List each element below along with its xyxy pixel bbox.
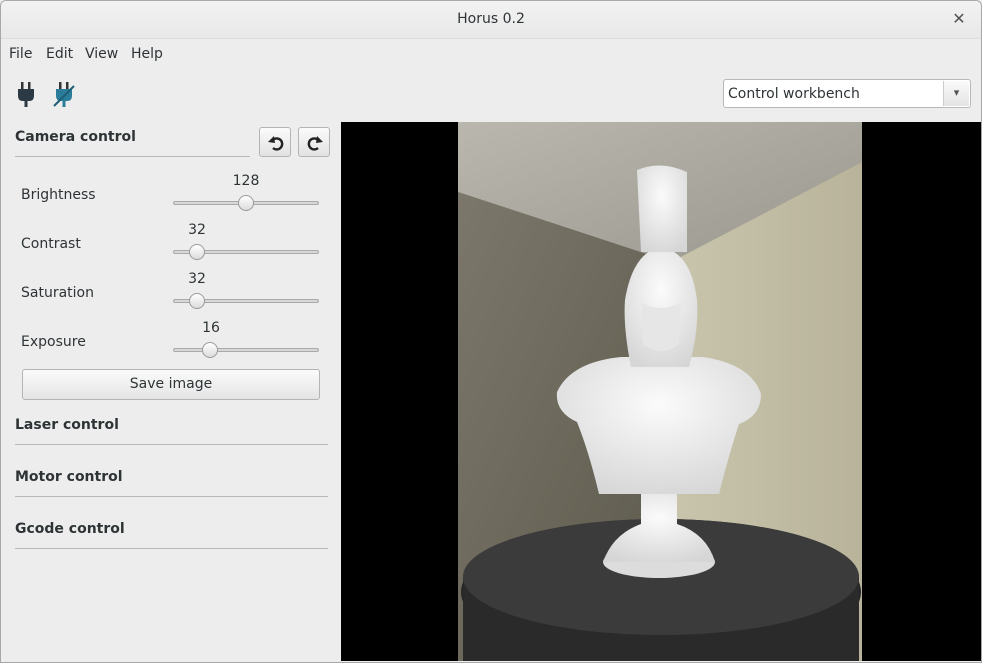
workbench-select[interactable]: Control workbench ▾ bbox=[723, 79, 971, 108]
plug-disconnect-icon bbox=[53, 82, 75, 107]
undo-button[interactable] bbox=[259, 127, 291, 157]
camera-control-header[interactable]: Camera control bbox=[15, 129, 136, 145]
redo-button[interactable] bbox=[298, 127, 330, 157]
saturation-label: Saturation bbox=[21, 285, 94, 301]
undo-icon bbox=[268, 136, 284, 151]
laser-control-divider bbox=[15, 444, 328, 445]
connect-button[interactable] bbox=[15, 82, 37, 108]
title-bar: Horus 0.2 ✕ bbox=[1, 1, 981, 39]
close-icon: ✕ bbox=[952, 9, 966, 28]
menu-edit[interactable]: Edit bbox=[46, 46, 73, 62]
exposure-label: Exposure bbox=[21, 334, 86, 350]
save-image-button[interactable]: Save image bbox=[22, 369, 320, 400]
plug-connect-icon bbox=[18, 82, 34, 107]
camera-view bbox=[341, 122, 981, 661]
redo-icon bbox=[307, 136, 323, 151]
workbench-select-value: Control workbench bbox=[728, 86, 860, 102]
exposure-value: 16 bbox=[202, 320, 220, 336]
motor-control-divider bbox=[15, 496, 328, 497]
menu-bar: File Edit View Help bbox=[1, 39, 981, 69]
menu-file[interactable]: File bbox=[9, 46, 32, 62]
exposure-slider-thumb[interactable] bbox=[201, 342, 218, 358]
camera-control-divider bbox=[15, 156, 250, 157]
close-button[interactable]: ✕ bbox=[949, 9, 969, 29]
window-title: Horus 0.2 bbox=[457, 11, 525, 27]
saturation-value: 32 bbox=[188, 271, 206, 287]
brightness-label: Brightness bbox=[21, 187, 96, 203]
app-window: Horus 0.2 ✕ File Edit View Help Control … bbox=[0, 0, 982, 663]
chevron-down-icon: ▾ bbox=[943, 81, 969, 106]
contrast-value: 32 bbox=[188, 222, 206, 238]
gcode-control-header[interactable]: Gcode control bbox=[15, 521, 125, 537]
brightness-value: 128 bbox=[232, 173, 260, 189]
exposure-slider[interactable] bbox=[173, 348, 319, 352]
camera-image bbox=[341, 122, 981, 661]
motor-control-header[interactable]: Motor control bbox=[15, 469, 123, 485]
menu-view[interactable]: View bbox=[85, 46, 118, 62]
laser-control-header[interactable]: Laser control bbox=[15, 417, 119, 433]
gcode-control-divider bbox=[15, 548, 328, 549]
contrast-label: Contrast bbox=[21, 236, 81, 252]
menu-help[interactable]: Help bbox=[131, 46, 163, 62]
disconnect-button[interactable] bbox=[53, 82, 75, 108]
